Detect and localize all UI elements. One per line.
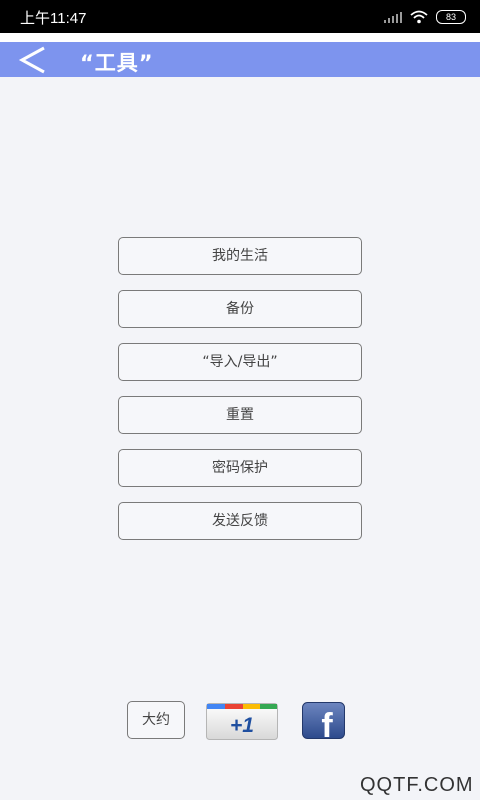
battery-icon: 83 (436, 10, 466, 24)
page-title: “工具” (80, 51, 154, 75)
watermark: QQTF.COM (360, 774, 474, 796)
import-export-button[interactable]: “导入/导出” (118, 343, 362, 381)
facebook-label: f (321, 707, 333, 739)
status-icons: 83 (384, 9, 466, 25)
facebook-button[interactable]: f (302, 702, 345, 745)
google-plus-icon: +1 (206, 703, 278, 740)
password-protection-button[interactable]: 密码保护 (118, 449, 362, 487)
about-button[interactable]: 大约 (127, 701, 185, 739)
wifi-icon (410, 10, 428, 24)
my-life-button[interactable]: 我的生活 (118, 237, 362, 275)
back-button[interactable] (14, 45, 54, 75)
google-plus-label: +1 (230, 714, 254, 737)
reset-button[interactable]: 重置 (118, 396, 362, 434)
facebook-icon: f (302, 702, 345, 745)
battery-level: 83 (445, 12, 456, 22)
chevron-left-icon (18, 46, 45, 74)
signal-icon (384, 11, 402, 23)
tools-menu: 我的生活 备份 “导入/导出” 重置 密码保护 发送反馈 (118, 237, 362, 555)
status-bar: 上午11:47 83 (0, 0, 480, 33)
status-divider (0, 33, 480, 42)
send-feedback-button[interactable]: 发送反馈 (118, 502, 362, 540)
status-time: 上午11:47 (20, 10, 87, 27)
backup-button[interactable]: 备份 (118, 290, 362, 328)
google-plus-one-button[interactable]: +1 (206, 703, 278, 740)
title-bar: “工具” (0, 42, 480, 77)
